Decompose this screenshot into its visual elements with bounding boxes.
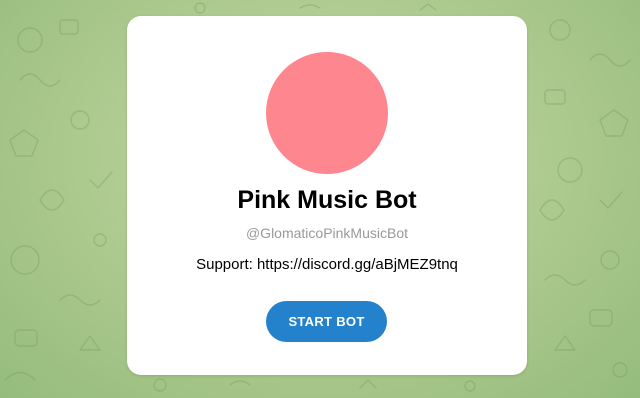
- bot-avatar: [266, 52, 388, 174]
- bot-name: Pink Music Bot: [237, 186, 417, 214]
- bot-card: Pink Music Bot @GlomaticoPinkMusicBot Su…: [127, 16, 527, 375]
- start-bot-button[interactable]: START BOT: [266, 301, 387, 342]
- bot-description: Support: https://discord.gg/aBjMEZ9tnq: [196, 256, 458, 273]
- bot-username: @GlomaticoPinkMusicBot: [245, 225, 409, 241]
